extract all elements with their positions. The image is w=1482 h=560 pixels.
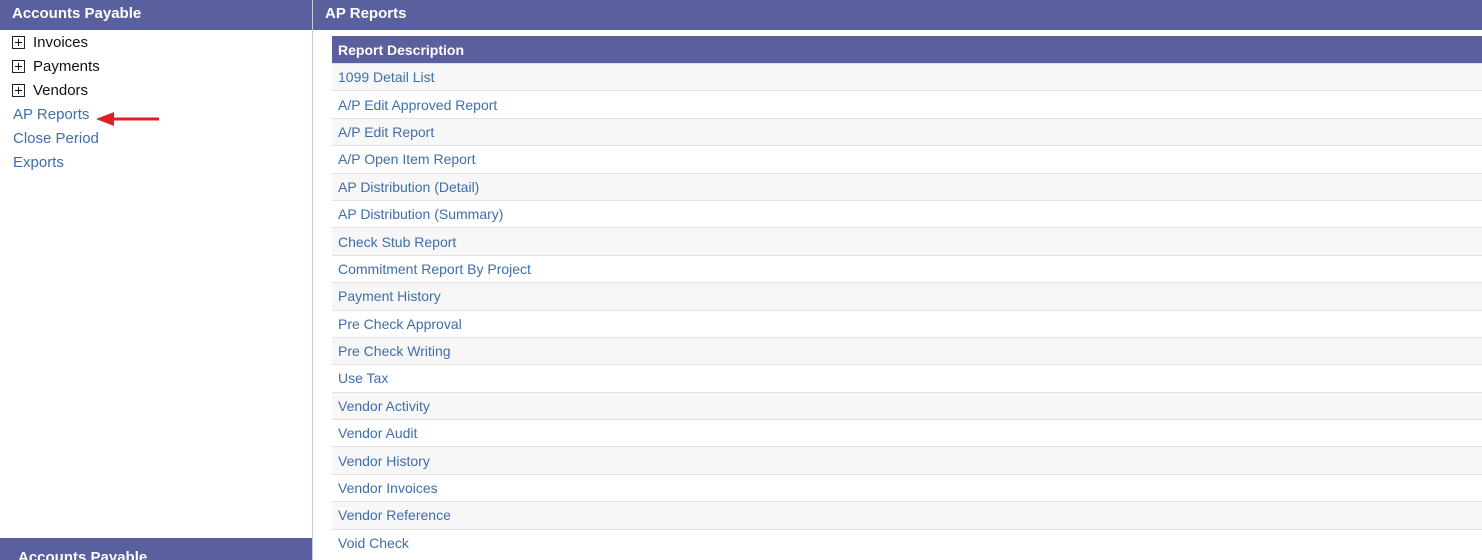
- table-row: Void Check: [332, 528, 1482, 557]
- sidebar-item-invoices[interactable]: Invoices: [0, 30, 312, 54]
- table-row: Vendor Activity: [332, 391, 1482, 420]
- report-link[interactable]: AP Distribution (Detail): [332, 172, 1482, 201]
- main-content: AP Reports Report Description 1099 Detai…: [313, 0, 1482, 560]
- report-link[interactable]: Commitment Report By Project: [332, 254, 1482, 283]
- table-header-row: Report Description: [332, 36, 1482, 64]
- sidebar-footer-title: Accounts Payable: [0, 538, 312, 560]
- sidebar-item-payments[interactable]: Payments: [0, 54, 312, 78]
- sidebar-link-ap-reports[interactable]: AP Reports: [0, 102, 312, 126]
- table-row: Pre Check Writing: [332, 336, 1482, 365]
- report-link[interactable]: 1099 Detail List: [332, 62, 1482, 91]
- table-row: A/P Open Item Report: [332, 145, 1482, 174]
- expand-plus-icon[interactable]: [12, 83, 25, 97]
- table-row: Payment History: [332, 282, 1482, 311]
- report-link[interactable]: Void Check: [332, 528, 1482, 557]
- report-link[interactable]: Pre Check Writing: [332, 336, 1482, 365]
- table-row: Vendor Audit: [332, 419, 1482, 447]
- report-link[interactable]: Check Stub Report: [332, 227, 1482, 256]
- report-link[interactable]: Pre Check Approval: [332, 309, 1482, 338]
- table-row: AP Distribution (Summary): [332, 199, 1482, 228]
- sidebar-link-close-period[interactable]: Close Period: [0, 126, 312, 150]
- page-title: AP Reports: [313, 0, 1482, 30]
- sidebar-nav: Invoices Payments Vendors AP Reports Clo…: [0, 30, 312, 174]
- table-row: Check Stub Report: [332, 227, 1482, 256]
- expand-plus-icon[interactable]: [12, 35, 25, 49]
- red-arrow-icon: [96, 112, 159, 126]
- table-row: Use Tax: [332, 364, 1482, 393]
- report-link[interactable]: Vendor Reference: [332, 501, 1482, 530]
- table-row: Vendor Invoices: [332, 473, 1482, 502]
- sidebar-link-label: Close Period: [13, 129, 99, 147]
- report-link[interactable]: A/P Edit Approved Report: [332, 90, 1482, 119]
- sidebar-item-label: Payments: [33, 57, 100, 75]
- table-row: 1099 Detail List: [332, 62, 1482, 91]
- sidebar-link-label: AP Reports: [13, 105, 90, 123]
- table-row: A/P Edit Report: [332, 117, 1482, 146]
- report-link[interactable]: Payment History: [332, 282, 1482, 311]
- report-table: Report Description 1099 Detail List A/P …: [332, 36, 1482, 557]
- report-link[interactable]: Vendor Invoices: [332, 473, 1482, 502]
- sidebar-item-vendors[interactable]: Vendors: [0, 78, 312, 102]
- expand-plus-icon[interactable]: [12, 59, 25, 73]
- sidebar-link-exports[interactable]: Exports: [0, 150, 312, 174]
- table-row: Vendor Reference: [332, 501, 1482, 530]
- column-header-report-description[interactable]: Report Description: [332, 36, 1482, 64]
- report-link[interactable]: AP Distribution (Summary): [332, 199, 1482, 228]
- report-link[interactable]: Vendor Audit: [332, 419, 1482, 447]
- table-row: A/P Edit Approved Report: [332, 90, 1482, 119]
- sidebar-item-label: Vendors: [33, 81, 89, 99]
- table-row: Vendor History: [332, 446, 1482, 475]
- report-link[interactable]: Vendor Activity: [332, 391, 1482, 420]
- sidebar-item-label: Invoices: [33, 33, 89, 51]
- report-link[interactable]: A/P Edit Report: [332, 117, 1482, 146]
- sidebar: Accounts Payable Invoices Payments Vendo…: [0, 0, 313, 560]
- report-link[interactable]: A/P Open Item Report: [332, 145, 1482, 174]
- sidebar-title: Accounts Payable: [0, 0, 312, 30]
- sidebar-link-label: Exports: [13, 153, 64, 171]
- report-link[interactable]: Vendor History: [332, 446, 1482, 475]
- table-row: AP Distribution (Detail): [332, 172, 1482, 201]
- table-row: Commitment Report By Project: [332, 254, 1482, 283]
- report-link[interactable]: Use Tax: [332, 364, 1482, 393]
- table-row: Pre Check Approval: [332, 309, 1482, 338]
